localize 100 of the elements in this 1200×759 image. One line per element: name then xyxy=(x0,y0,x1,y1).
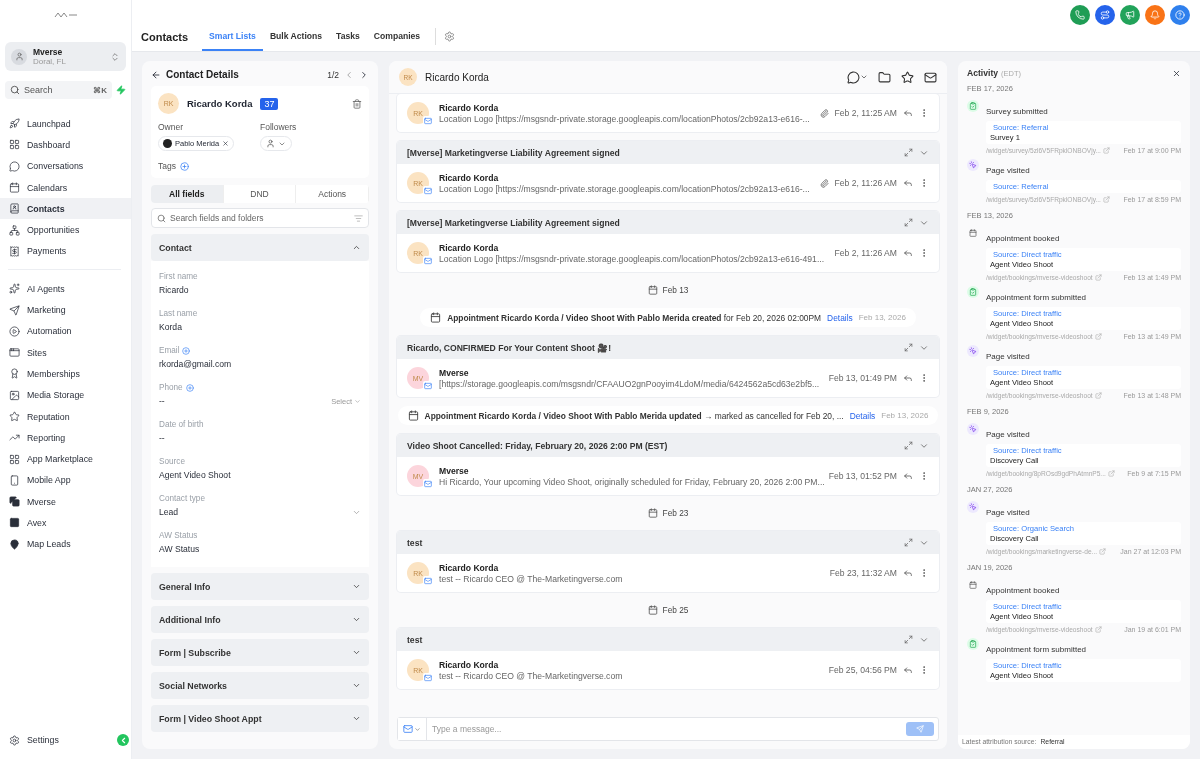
add-icon[interactable] xyxy=(185,383,194,392)
quick-action-button[interactable] xyxy=(1170,5,1190,25)
nav-item[interactable]: Sites xyxy=(0,341,131,364)
add-icon[interactable] xyxy=(179,161,189,171)
nav-item[interactable]: Dashboard xyxy=(0,134,131,156)
collapse-button[interactable] xyxy=(117,734,129,747)
chat-bubble-icon xyxy=(9,160,20,172)
nav-item[interactable]: Contacts xyxy=(0,198,131,220)
trash-icon[interactable] xyxy=(352,98,362,109)
nav-item[interactable]: Conversations xyxy=(0,155,131,177)
email-subject: Ricardo, CONFIRMED For Your Content Shoot 🎥! xyxy=(407,342,612,353)
mail-icon xyxy=(403,724,413,734)
nav-item[interactable]: Reputation xyxy=(0,405,131,428)
chevron-down-icon xyxy=(352,714,361,723)
mail-icon xyxy=(423,116,433,126)
mail-icon xyxy=(423,381,433,391)
reply-icon[interactable] xyxy=(903,248,913,258)
quick-action-button[interactable] xyxy=(1070,5,1090,25)
expand-icon[interactable] xyxy=(904,217,913,227)
expand-icon[interactable] xyxy=(904,440,913,450)
quick-action-button[interactable] xyxy=(1120,5,1140,25)
nav-item[interactable]: Settings xyxy=(0,729,68,751)
section-header[interactable]: Contact xyxy=(151,234,369,261)
nav-item[interactable]: Opportunities xyxy=(0,219,131,241)
details-link[interactable]: Details xyxy=(849,410,876,421)
nav-item[interactable]: Automation xyxy=(0,320,131,342)
nav-item[interactable]: App Marketplace xyxy=(0,448,131,470)
tab[interactable]: Tasks xyxy=(329,22,367,51)
nav-item[interactable]: Calendars xyxy=(0,176,131,199)
nav-item[interactable]: Marketing xyxy=(0,299,131,321)
nav-item[interactable]: Media Storage xyxy=(0,384,131,406)
field-label: Last name xyxy=(159,309,198,318)
details-link[interactable]: Details xyxy=(827,312,853,323)
close-icon[interactable] xyxy=(222,140,230,147)
next-icon[interactable] xyxy=(359,69,369,80)
section-header[interactable]: Form | Subscribe xyxy=(151,639,369,666)
field-value: Lead xyxy=(159,507,179,517)
search-field[interactable]: Search ⌘K xyxy=(5,81,112,99)
account-switcher[interactable]: Mverse Doral, FL xyxy=(5,42,126,71)
phone-icon xyxy=(1075,10,1085,20)
sparkles-icon xyxy=(9,283,20,295)
lightning-icon[interactable] xyxy=(116,85,126,95)
tab[interactable]: Smart Lists xyxy=(202,22,263,51)
nav-item[interactable]: Mverse xyxy=(0,491,131,513)
count-badge: 37 xyxy=(260,97,279,110)
quick-action-button[interactable] xyxy=(1145,5,1165,25)
close-icon[interactable] xyxy=(1172,68,1181,78)
reply-icon[interactable] xyxy=(903,568,913,578)
nav-item[interactable]: Launchpad xyxy=(0,113,131,135)
previous-icon[interactable] xyxy=(344,69,354,80)
add-icon[interactable] xyxy=(182,346,191,355)
settings-icon[interactable] xyxy=(444,31,456,42)
tags-label: Tags xyxy=(158,161,176,171)
section-header[interactable]: Social Networks xyxy=(151,672,369,699)
chevron-down-icon xyxy=(352,615,361,624)
back-icon[interactable] xyxy=(151,69,161,80)
nav-item[interactable]: Mobile App xyxy=(0,469,131,492)
message-preview: Location Logo [https://msgsndr-private.storage.googleapis.com/locationPhotos/2cb92a13-e616-491... xyxy=(439,253,826,264)
filter-icon[interactable] xyxy=(354,213,363,223)
nav-item[interactable]: Avex xyxy=(0,512,131,534)
nav-item[interactable]: Payments xyxy=(0,240,131,263)
nav-item[interactable]: Memberships xyxy=(0,363,131,385)
reply-icon[interactable] xyxy=(903,471,913,481)
quick-action-button[interactable] xyxy=(1095,5,1115,25)
expand-icon[interactable] xyxy=(904,537,913,547)
tab[interactable]: Companies xyxy=(366,22,428,51)
field-tab[interactable]: All fields xyxy=(151,185,224,203)
activity-title: Appointment booked xyxy=(986,234,1060,243)
reply-icon[interactable] xyxy=(903,108,913,118)
reply-icon[interactable] xyxy=(903,373,913,383)
rocket-icon xyxy=(9,118,20,130)
folder-icon[interactable] xyxy=(878,70,891,84)
nav-item[interactable]: Map Leads xyxy=(0,533,131,555)
search-icon xyxy=(157,213,166,223)
nav-item[interactable]: Reporting xyxy=(0,427,131,449)
mail-icon[interactable] xyxy=(924,70,937,84)
chevron-down-icon xyxy=(352,582,361,591)
message-time: Feb 2, 11:26 AM xyxy=(834,248,897,258)
message-time: Feb 2, 11:26 AM xyxy=(834,178,897,188)
reply-icon[interactable] xyxy=(903,665,913,675)
grid-icon xyxy=(9,453,20,465)
expand-icon[interactable] xyxy=(904,342,913,352)
section-header[interactable]: Form | Video Shoot Appt xyxy=(151,705,369,732)
chevron-down-icon[interactable] xyxy=(860,73,868,81)
search-input[interactable]: Search xyxy=(24,85,84,95)
followers-dropdown[interactable] xyxy=(260,136,292,151)
section-header[interactable]: Additional Info xyxy=(151,606,369,633)
star-icon[interactable] xyxy=(901,70,914,84)
chat-bubble-icon[interactable] xyxy=(847,70,860,84)
event-date: Feb 13, 2026 xyxy=(858,313,906,322)
activity-title: Appointment booked xyxy=(986,586,1060,595)
expand-icon[interactable] xyxy=(904,147,913,157)
expand-icon[interactable] xyxy=(904,634,913,644)
nav-item[interactable]: AI Agents xyxy=(0,278,131,300)
message-preview: test -- Ricardo CEO @ The-Marketingverse.com xyxy=(439,670,624,681)
reply-icon[interactable] xyxy=(903,178,913,188)
section-header[interactable]: General Info xyxy=(151,573,369,600)
tab[interactable]: Bulk Actions xyxy=(262,22,330,51)
message-composer[interactable]: Type a message... xyxy=(397,717,939,741)
search-field[interactable]: Search fields and folders xyxy=(151,208,369,228)
